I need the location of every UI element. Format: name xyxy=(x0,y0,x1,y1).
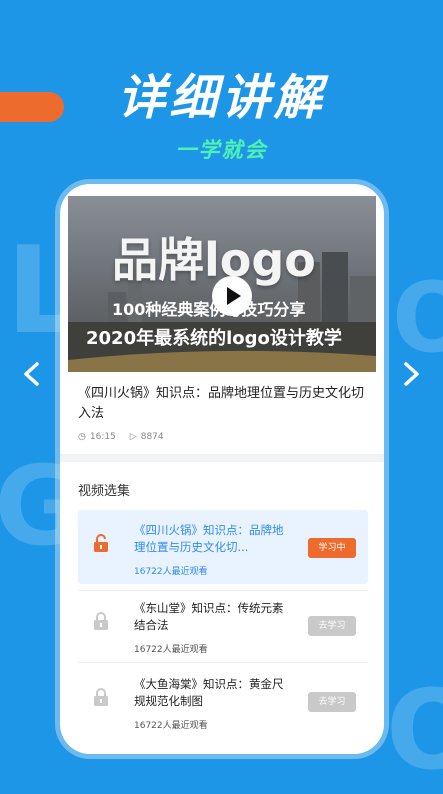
play-icon[interactable] xyxy=(212,276,252,316)
course-title: 《四川火锅》知识点：品牌地理位置与历史文化切入法 xyxy=(78,386,365,421)
headline: 详细讲解 xyxy=(117,70,326,126)
course-duration: 16:15 xyxy=(89,432,116,442)
go-study-button[interactable]: 去学习 xyxy=(308,692,356,712)
video-title-big: 品牌logo xyxy=(112,233,316,287)
course-meta: ◷ 16:15 ▷ 8874 xyxy=(78,432,370,442)
studying-button[interactable]: 学习中 xyxy=(308,538,356,558)
video-subtitle: 2020年最系统的logo设计教学 xyxy=(86,328,342,349)
chevron-left-icon[interactable] xyxy=(20,362,44,386)
course-plays: 8874 xyxy=(140,432,164,442)
bg-letter-o2: O xyxy=(386,666,443,794)
clock-icon: ◷ xyxy=(78,432,86,442)
video-player[interactable]: 品牌logo 100种经典案例与技巧分享 2020年最系统的logo设计教学 xyxy=(68,196,376,372)
episodes-section-title: 视频选集 xyxy=(78,484,131,499)
lock-icon xyxy=(94,612,108,630)
bg-letter-o: O xyxy=(392,262,443,374)
phone-mockup: 品牌logo 100种经典案例与技巧分享 2020年最系统的logo设计教学 《… xyxy=(60,184,384,754)
unlock-icon xyxy=(94,534,108,552)
video-tagline: 100种经典案例与技巧分享 xyxy=(112,300,306,319)
episode-title: 《四川火锅》知识点：品牌地理位置与历史文化切... xyxy=(134,523,284,554)
chevron-right-icon[interactable] xyxy=(399,362,423,386)
episode-item[interactable]: 《大鱼海棠》知识点：黄金尺规规范化制图 16722人最近观看 去学习 xyxy=(78,664,368,738)
course-info: 《四川火锅》知识点：品牌地理位置与历史文化切入法 ◷ 16:15 ▷ 8874 xyxy=(78,384,370,442)
go-study-button[interactable]: 去学习 xyxy=(308,616,356,636)
divider xyxy=(78,662,368,663)
episode-views: 16722人最近观看 xyxy=(134,645,208,655)
episode-views: 16722人最近观看 xyxy=(134,567,208,577)
lock-icon xyxy=(94,688,108,706)
episode-title: 《大鱼海棠》知识点：黄金尺规规范化制图 xyxy=(134,677,284,708)
episode-item[interactable]: 《东山堂》知识点：传统元素结合法 16722人最近观看 去学习 xyxy=(78,588,368,662)
episode-title: 《东山堂》知识点：传统元素结合法 xyxy=(134,601,284,632)
play-count-icon: ▷ xyxy=(129,432,137,442)
subhead: 一学就会 xyxy=(175,138,268,162)
section-separator xyxy=(60,454,384,462)
episode-item[interactable]: 《四川火锅》知识点：品牌地理位置与历史文化切... 16722人最近观看 学习中 xyxy=(78,510,368,584)
episode-views: 16722人最近观看 xyxy=(134,721,208,731)
